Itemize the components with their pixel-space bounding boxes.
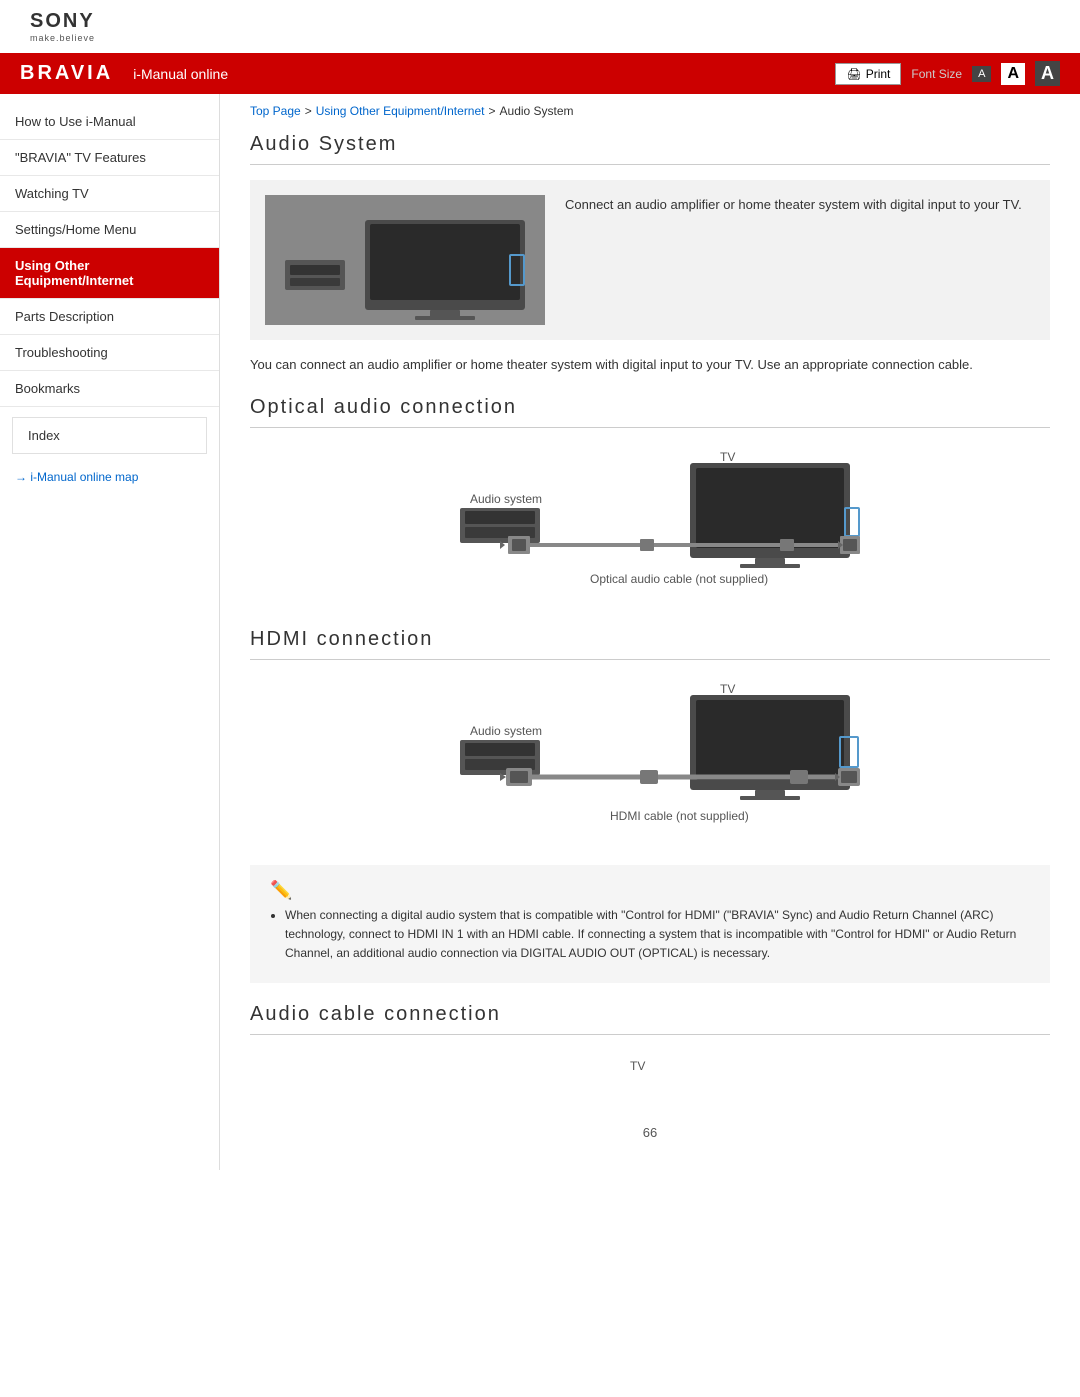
- bravia-logo: BRAVIA: [20, 62, 113, 85]
- sidebar-item-settings[interactable]: Settings/Home Menu: [0, 212, 219, 248]
- intro-image: [265, 195, 545, 325]
- svg-text:TV: TV: [720, 450, 735, 464]
- svg-text:TV: TV: [630, 1059, 645, 1073]
- font-size-label: Font Size: [911, 67, 962, 81]
- sidebar-item-parts[interactable]: Parts Description: [0, 299, 219, 335]
- sidebar-item-how-to-use[interactable]: How to Use i-Manual: [0, 104, 219, 140]
- breadcrumb-current: Audio System: [500, 104, 574, 118]
- optical-diagram: TV Audio system: [250, 443, 1050, 603]
- main-layout: How to Use i-Manual "BRAVIA" TV Features…: [0, 94, 1080, 1170]
- red-header-bar: BRAVIA i-Manual online 🖨 Print Font Size…: [0, 53, 1080, 94]
- font-medium-button[interactable]: A: [1001, 63, 1025, 85]
- sony-tagline: make.believe: [30, 33, 1050, 43]
- intro-box: Connect an audio amplifier or home theat…: [250, 180, 1050, 340]
- note-box: ✏️ When connecting a digital audio syste…: [250, 865, 1050, 984]
- audio-cable-title: Audio cable connection: [250, 1003, 1050, 1035]
- hdmi-title: HDMI connection: [250, 628, 1050, 660]
- sidebar-item-bookmarks[interactable]: Bookmarks: [0, 371, 219, 407]
- svg-text:HDMI cable (not supplied): HDMI cable (not supplied): [610, 809, 749, 823]
- hdmi-diagram: TV Audio system: [250, 675, 1050, 840]
- content-area: Top Page > Using Other Equipment/Interne…: [220, 94, 1080, 1170]
- audio-cable-diagram: TV: [250, 1050, 1050, 1100]
- print-icon: 🖨: [846, 67, 861, 81]
- svg-text:TV: TV: [720, 682, 735, 696]
- font-small-button[interactable]: A: [972, 66, 991, 82]
- sony-logo: SONY: [30, 10, 1050, 33]
- manual-title: i-Manual online: [133, 66, 228, 82]
- breadcrumb: Top Page > Using Other Equipment/Interne…: [250, 104, 1050, 118]
- page-number: 66: [250, 1125, 1050, 1140]
- sidebar-item-watching-tv[interactable]: Watching TV: [0, 176, 219, 212]
- sidebar-item-bravia-features[interactable]: "BRAVIA" TV Features: [0, 140, 219, 176]
- sidebar-index[interactable]: Index: [12, 417, 207, 454]
- svg-text:Optical audio cable (not suppl: Optical audio cable (not supplied): [590, 572, 768, 586]
- breadcrumb-equipment[interactable]: Using Other Equipment/Internet: [316, 104, 485, 118]
- intro-para: You can connect an audio amplifier or ho…: [250, 355, 1050, 376]
- svg-text:Audio system: Audio system: [470, 492, 542, 506]
- sidebar-item-troubleshooting[interactable]: Troubleshooting: [0, 335, 219, 371]
- font-large-button[interactable]: A: [1035, 61, 1060, 86]
- sidebar: How to Use i-Manual "BRAVIA" TV Features…: [0, 94, 220, 1170]
- header-controls: 🖨 Print Font Size A A A: [835, 61, 1060, 86]
- breadcrumb-top[interactable]: Top Page: [250, 104, 301, 118]
- main-title: Audio System: [250, 133, 1050, 165]
- svg-text:Audio system: Audio system: [470, 724, 542, 738]
- note-text: When connecting a digital audio system t…: [270, 906, 1030, 964]
- sony-area: SONY make.believe: [0, 0, 1080, 53]
- optical-title: Optical audio connection: [250, 396, 1050, 428]
- note-icon: ✏️: [270, 880, 1030, 901]
- sidebar-item-using-other[interactable]: Using Other Equipment/Internet: [0, 248, 219, 299]
- intro-text: Connect an audio amplifier or home theat…: [565, 195, 1022, 216]
- print-button[interactable]: 🖨 Print: [835, 63, 901, 85]
- sidebar-map-link[interactable]: → i-Manual online map: [0, 462, 219, 492]
